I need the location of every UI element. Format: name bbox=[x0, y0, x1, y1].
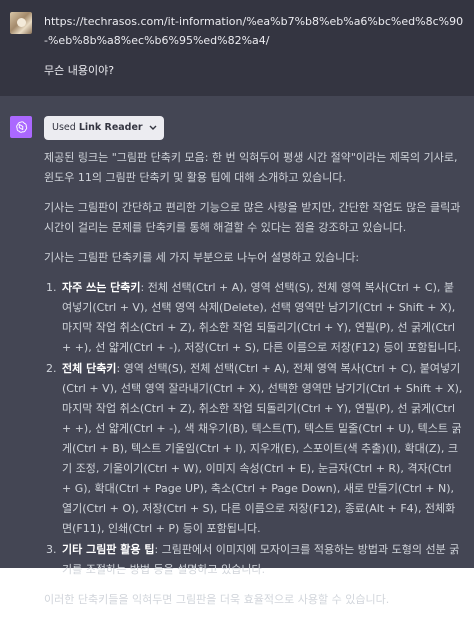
list-item: 기타 그림판 활용 팁: 그림판에서 이미지에 모자이크를 적용하는 방법과 도… bbox=[60, 540, 464, 580]
response-paragraph: 이러한 단축키들을 익혀두면 그림판을 더욱 효율적으로 사용할 수 있습니다. bbox=[44, 593, 390, 606]
openai-logo-icon bbox=[10, 116, 32, 138]
user-avatar bbox=[10, 12, 32, 34]
list-item-title: 자주 쓰는 단축키 bbox=[62, 281, 141, 294]
shortcut-list: 자주 쓰는 단축키: 전체 선택(Ctrl + A), 영역 선택(S), 전체… bbox=[44, 278, 464, 580]
list-item-text: : 영역 선택(S), 전체 선택(Ctrl + A), 전체 영역 복사(Ct… bbox=[62, 362, 463, 535]
plugin-used-button[interactable]: Used Link Reader bbox=[44, 116, 164, 140]
plugin-name: Link Reader bbox=[78, 122, 143, 133]
list-item: 전체 단축키: 영역 선택(S), 전체 선택(Ctrl + A), 전체 영역… bbox=[60, 359, 464, 539]
user-url-text: https://techrasos.com/it-information/%ea… bbox=[44, 15, 464, 47]
list-item: 자주 쓰는 단축키: 전체 선택(Ctrl + A), 영역 선택(S), 전체… bbox=[60, 278, 464, 358]
response-paragraph: 기사는 그림판 단축키를 세 가지 부분으로 나누어 설명하고 있습니다: bbox=[44, 251, 360, 264]
chevron-down-icon bbox=[149, 125, 157, 130]
list-item-title: 기타 그림판 활용 팁 bbox=[62, 543, 155, 556]
list-item-title: 전체 단축키 bbox=[62, 362, 117, 375]
response-paragraph: 기사는 그림판이 간단하고 편리한 기능으로 많은 사랑을 받지만, 간단한 작… bbox=[44, 201, 461, 234]
response-paragraph: 제공된 링크는 "그림판 단축키 모음: 한 번 익혀두어 평생 시간 절약"이… bbox=[44, 151, 458, 184]
plugin-prefix: Used bbox=[52, 122, 76, 133]
assistant-response: 제공된 링크는 "그림판 단축키 모음: 한 번 익혀두어 평생 시간 절약"이… bbox=[44, 148, 464, 620]
user-question: 무슨 내용이야? bbox=[44, 64, 115, 77]
